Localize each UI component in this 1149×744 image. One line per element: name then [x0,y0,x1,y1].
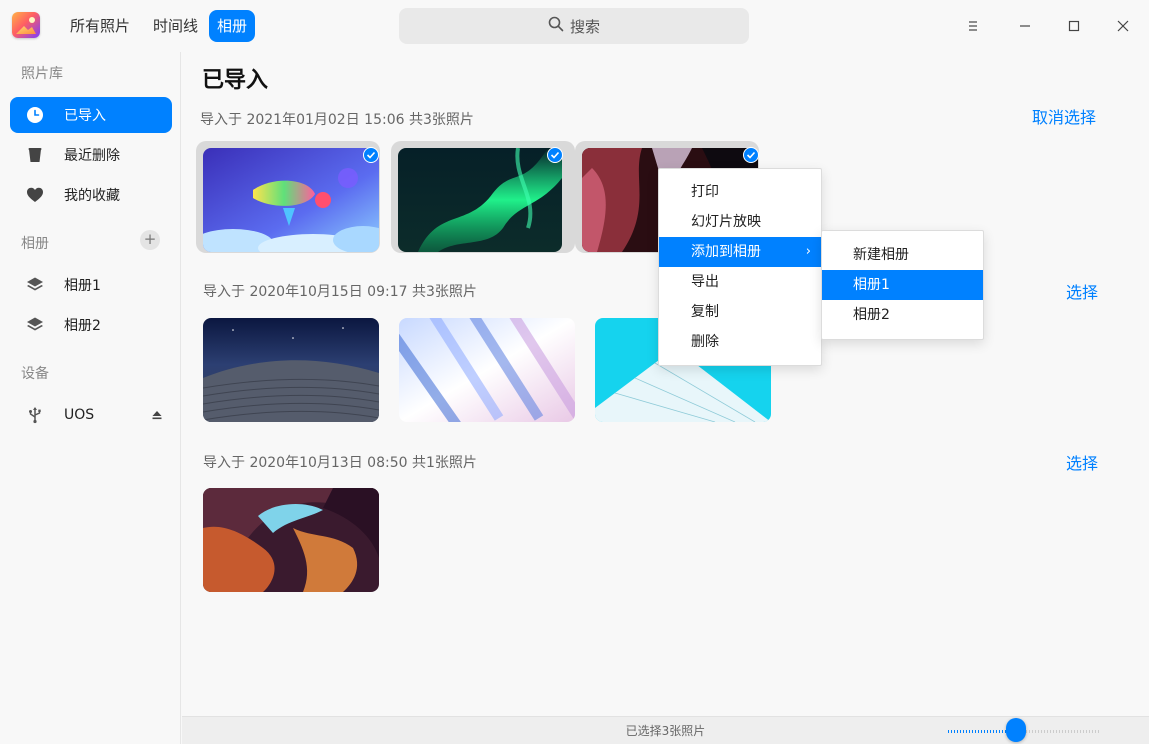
photo-thumbnail-light-streaks[interactable] [399,318,575,422]
status-bar: 已选择3张照片 [182,716,1149,744]
submenu-item-new-album[interactable]: 新建相册 [822,240,983,270]
menu-item-copy[interactable]: 复制 [659,297,821,327]
layers-icon [25,315,45,335]
menu-item-add-to-album[interactable]: 添加到相册 › [659,237,821,267]
add-album-button[interactable]: + [140,230,160,250]
sidebar-item-label: 已导入 [64,108,106,124]
trash-icon [25,145,45,165]
deselect-button[interactable]: 取消选择 [1032,104,1096,128]
menu-item-slideshow[interactable]: 幻灯片放映 [659,207,821,237]
section-label-library: 照片库 [21,66,63,82]
close-icon [1117,20,1129,32]
search-placeholder: 搜索 [569,17,600,36]
submenu-item-album-2[interactable]: 相册2 [822,300,983,330]
sidebar-item-imported[interactable]: 已导入 [10,97,172,133]
sidebar: 照片库 已导入 最近删除 我的收藏 相册 + 相册1 相册2 设备 UOS [0,52,181,744]
layers-icon [25,275,45,295]
selected-check-icon[interactable] [547,147,563,163]
page-title: 已导入 [202,68,269,93]
eject-icon[interactable] [152,410,162,420]
sidebar-item-label: 我的收藏 [64,188,120,204]
menu-item-label: 添加到相册 [691,244,761,260]
menu-item-print[interactable]: 打印 [659,177,821,207]
tab-albums[interactable]: 相册 [209,10,256,42]
tab-timeline[interactable]: 时间线 [145,10,206,42]
sidebar-item-recently-deleted[interactable]: 最近删除 [10,137,172,173]
select-button[interactable]: 选择 [1066,450,1098,474]
clock-icon [25,105,45,125]
sidebar-item-label: UOS [64,407,95,423]
submenu-item-album-1[interactable]: 相册1 [822,270,983,300]
photo-thumbnail-antelope-canyon[interactable] [203,488,379,592]
album-submenu: 新建相册 相册1 相册2 [821,230,984,340]
chevron-right-icon: › [805,244,811,259]
heart-icon [25,185,45,205]
select-button[interactable]: 选择 [1066,279,1098,303]
sidebar-item-label: 相册1 [64,278,101,294]
photo-thumbnail-dunes[interactable] [203,318,379,422]
menu-item-export[interactable]: 导出 [659,267,821,297]
tab-all-photos[interactable]: 所有照片 [62,10,138,42]
close-button[interactable] [1110,12,1136,40]
section-label-devices: 设备 [21,366,49,382]
main-content: 已导入 导入于 2021年01月02日 15:06 共3张照片 取消选择 导入于… [182,52,1149,716]
title-bar: 所有照片 时间线 相册 搜索 [0,0,1149,52]
group-header: 导入于 2020年10月13日 08:50 共1张照片 [203,455,477,471]
sidebar-item-label: 最近删除 [64,148,120,164]
sidebar-item-device-uos[interactable]: UOS [10,397,172,433]
maximize-button[interactable] [1061,12,1087,40]
selected-check-icon[interactable] [363,147,379,163]
group-header: 导入于 2020年10月15日 09:17 共3张照片 [203,284,477,300]
section-label-albums: 相册 [21,236,49,252]
photo-thumbnail-aurora[interactable] [398,148,562,252]
minimize-icon [1020,25,1030,27]
selected-check-icon[interactable] [743,147,759,163]
sidebar-item-label: 相册2 [64,318,101,334]
app-logo-icon [12,12,40,38]
search-input[interactable]: 搜索 [399,8,749,44]
sidebar-item-favorites[interactable]: 我的收藏 [10,177,172,213]
search-icon [548,16,564,36]
main-menu-button[interactable] [960,12,986,40]
group-header: 导入于 2021年01月02日 15:06 共3张照片 [200,112,474,128]
menu-item-delete[interactable]: 删除 [659,327,821,357]
usb-icon [25,405,45,425]
sidebar-item-album-2[interactable]: 相册2 [10,307,172,343]
zoom-slider-handle[interactable] [1006,718,1027,742]
menu-icon [969,21,977,31]
maximize-icon [1068,20,1080,32]
photo-thumbnail-whale[interactable] [203,148,379,252]
sidebar-item-album-1[interactable]: 相册1 [10,267,172,303]
plus-icon: + [143,230,157,248]
context-menu: 打印 幻灯片放映 添加到相册 › 导出 复制 删除 [658,168,822,366]
minimize-button[interactable] [1012,12,1038,40]
